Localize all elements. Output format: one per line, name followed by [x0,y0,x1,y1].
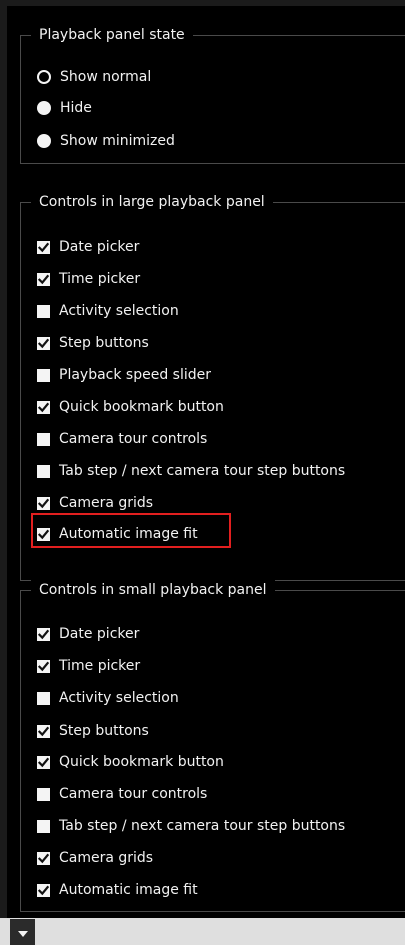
playback-panel-state-group: Playback panel state Show normal Hide Sh… [20,25,405,164]
checkbox-checked-icon[interactable] [37,400,50,414]
checkbox-unchecked-icon[interactable] [37,304,50,318]
checkbox-step-buttons[interactable]: Step buttons [37,331,149,355]
checkbox-camera-grids[interactable]: Camera grids [37,491,153,515]
radio-hide[interactable]: Hide [37,96,92,120]
checkbox-checked-icon[interactable] [37,496,50,510]
checkbox-automatic-image-fit[interactable]: Automatic image fit [37,522,198,546]
radio-label: Show minimized [60,133,175,149]
checkbox-label: Automatic image fit [59,882,198,898]
checkbox-label: Camera tour controls [59,431,208,447]
group-title: Controls in small playback panel [31,580,275,600]
checkbox-label: Tab step / next camera tour step buttons [59,463,346,479]
checkbox-unchecked-icon[interactable] [37,691,50,705]
checkbox-checked-icon[interactable] [37,851,50,865]
checkbox-camera-tour-controls[interactable]: Camera tour controls [37,427,207,451]
radio-label: Hide [60,100,92,116]
checkbox-label: Tab step / next camera tour step buttons [59,818,346,834]
checkbox-checked-icon[interactable] [37,755,50,769]
checkbox-unchecked-icon[interactable] [37,819,50,833]
small-panel-controls-group: Controls in small playback panel Date pi… [20,580,405,912]
checkbox-unchecked-icon[interactable] [37,368,50,382]
checkbox-step-buttons[interactable]: Step buttons [37,719,149,743]
checkbox-label: Step buttons [59,335,149,351]
checkbox-label: Quick bookmark button [59,754,224,770]
checkbox-quick-bookmark-button[interactable]: Quick bookmark button [37,750,224,774]
checkbox-label: Time picker [59,271,141,287]
panel-toggle-button[interactable] [10,919,35,945]
checkbox-checked-icon[interactable] [37,272,50,286]
bottom-bar [0,918,405,945]
checkbox-tab-step-next-camera-tour-step-buttons[interactable]: Tab step / next camera tour step buttons [37,459,345,483]
checkbox-label: Camera tour controls [59,786,208,802]
checkbox-time-picker[interactable]: Time picker [37,267,140,291]
radio-show-normal[interactable]: Show normal [37,65,151,89]
checkbox-checked-icon[interactable] [37,336,50,350]
group-title: Controls in large playback panel [31,192,273,212]
checkbox-checked-icon[interactable] [37,527,50,541]
checkbox-camera-tour-controls[interactable]: Camera tour controls [37,782,207,806]
checkbox-label: Playback speed slider [59,367,211,383]
checkbox-checked-icon[interactable] [37,240,50,254]
checkbox-label: Activity selection [59,690,179,706]
large-panel-controls-group: Controls in large playback panel Date pi… [20,192,405,581]
checkbox-unchecked-icon[interactable] [37,432,50,446]
checkbox-time-picker[interactable]: Time picker [37,654,140,678]
checkbox-label: Step buttons [59,723,149,739]
checkbox-label: Time picker [59,658,141,674]
checkbox-unchecked-icon[interactable] [37,464,50,478]
checkbox-label: Camera grids [59,495,154,511]
checkbox-unchecked-icon[interactable] [37,787,50,801]
checkbox-tab-step-next-camera-tour-step-buttons[interactable]: Tab step / next camera tour step buttons [37,814,345,838]
checkbox-activity-selection[interactable]: Activity selection [37,686,179,710]
checkbox-automatic-image-fit[interactable]: Automatic image fit [37,878,198,902]
checkbox-camera-grids[interactable]: Camera grids [37,846,153,870]
settings-panel: Playback panel state Show normal Hide Sh… [0,0,405,945]
panel-left-edge [0,0,7,918]
checkbox-checked-icon[interactable] [37,724,50,738]
checkbox-quick-bookmark-button[interactable]: Quick bookmark button [37,395,224,419]
checkbox-checked-icon[interactable] [37,627,50,641]
checkbox-label: Automatic image fit [59,526,198,542]
radio-unselected-icon[interactable] [37,101,51,115]
checkbox-label: Quick bookmark button [59,399,224,415]
group-title: Playback panel state [31,25,193,45]
checkbox-label: Camera grids [59,850,154,866]
radio-selected-icon[interactable] [37,70,51,84]
checkbox-date-picker[interactable]: Date picker [37,622,139,646]
checkbox-label: Activity selection [59,303,179,319]
checkbox-activity-selection[interactable]: Activity selection [37,299,179,323]
checkbox-date-picker[interactable]: Date picker [37,235,139,259]
radio-label: Show normal [60,69,152,85]
radio-unselected-icon[interactable] [37,134,51,148]
panel-top-edge [0,0,405,6]
checkbox-playback-speed-slider[interactable]: Playback speed slider [37,363,211,387]
checkbox-checked-icon[interactable] [37,659,50,673]
checkbox-checked-icon[interactable] [37,883,50,897]
checkbox-label: Date picker [59,626,140,642]
radio-show-minimized[interactable]: Show minimized [37,129,175,153]
checkbox-label: Date picker [59,239,140,255]
caret-down-icon [17,923,29,942]
